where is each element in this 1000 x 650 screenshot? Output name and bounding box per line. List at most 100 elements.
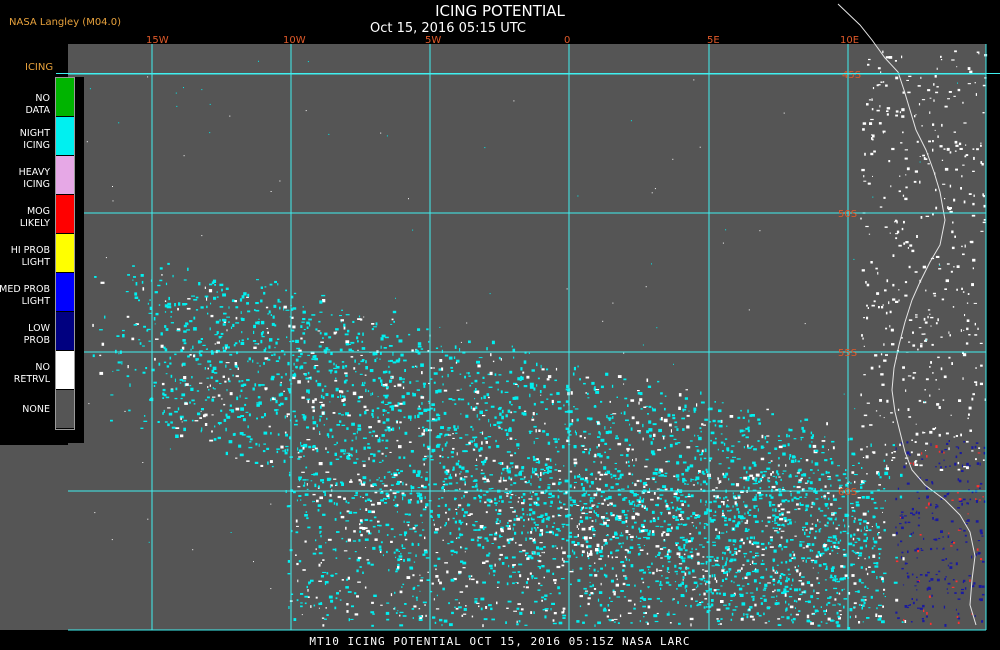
cloud-pixel xyxy=(589,550,593,554)
cloud-pixel xyxy=(533,521,536,524)
cloud-pixel xyxy=(449,623,453,627)
cloud-pixel xyxy=(928,140,931,143)
cloud-pixel xyxy=(393,536,396,538)
cloud-pixel xyxy=(931,594,933,597)
cloud-pixel xyxy=(662,546,667,549)
cloud-pixel xyxy=(361,347,366,350)
cloud-pixel xyxy=(637,513,640,516)
cloud-pixel xyxy=(441,349,443,353)
cloud-pixel xyxy=(521,531,523,535)
cloud-pixel xyxy=(789,473,792,477)
cloud-pixel xyxy=(604,473,608,476)
cloud-pixel xyxy=(553,522,556,524)
cloud-pixel xyxy=(181,421,183,423)
cloud-pixel xyxy=(469,384,472,387)
cloud-pixel xyxy=(865,225,869,228)
cloud-pixel xyxy=(739,477,743,479)
cloud-pixel xyxy=(810,583,814,587)
cloud-pixel xyxy=(311,314,316,316)
cloud-pixel xyxy=(651,263,652,265)
cloud-pixel xyxy=(268,345,271,349)
cloud-pixel xyxy=(600,461,602,464)
cloud-pixel xyxy=(373,594,377,597)
cloud-pixel xyxy=(625,516,628,520)
cloud-pixel xyxy=(718,463,722,465)
cloud-pixel xyxy=(319,496,323,500)
cloud-pixel xyxy=(964,314,966,317)
cloud-pixel xyxy=(788,559,792,562)
cloud-pixel xyxy=(346,427,349,430)
cloud-pixel xyxy=(684,404,687,408)
cloud-pixel xyxy=(925,615,928,618)
cloud-pixel xyxy=(589,573,593,577)
cloud-pixel xyxy=(782,452,786,456)
cloud-pixel xyxy=(165,282,168,286)
cloud-pixel xyxy=(878,365,881,368)
cloud-pixel xyxy=(730,450,734,453)
cloud-pixel xyxy=(902,194,905,197)
cloud-pixel xyxy=(166,365,170,368)
cloud-pixel xyxy=(193,316,196,320)
cloud-pixel xyxy=(343,497,346,500)
cloud-pixel xyxy=(806,557,811,559)
cloud-pixel xyxy=(460,388,462,391)
cloud-pixel xyxy=(240,407,244,411)
cloud-pixel xyxy=(944,198,946,200)
cloud-pixel xyxy=(563,465,565,467)
cloud-pixel xyxy=(509,427,512,431)
cloud-pixel xyxy=(789,587,792,590)
cloud-pixel xyxy=(444,562,448,564)
cloud-pixel xyxy=(637,544,641,546)
cloud-pixel xyxy=(687,493,690,496)
cloud-pixel xyxy=(404,431,408,435)
cloud-pixel xyxy=(307,589,309,592)
cloud-pixel xyxy=(204,399,208,401)
cloud-pixel xyxy=(882,50,884,54)
cloud-pixel xyxy=(658,569,663,572)
cloud-pixel xyxy=(345,540,348,543)
cloud-pixel xyxy=(929,503,932,506)
cloud-pixel xyxy=(396,420,398,424)
cloud-pixel xyxy=(490,405,495,408)
cloud-pixel xyxy=(523,476,526,478)
cloud-pixel xyxy=(705,582,707,586)
cloud-pixel xyxy=(408,198,409,200)
cloud-pixel xyxy=(518,550,523,553)
cloud-pixel xyxy=(612,416,614,419)
cloud-pixel xyxy=(779,517,784,521)
cloud-pixel xyxy=(916,510,918,514)
cloud-pixel xyxy=(977,452,981,454)
cloud-pixel xyxy=(749,615,754,618)
cloud-pixel xyxy=(142,345,145,347)
cloud-pixel xyxy=(737,496,741,499)
cloud-pixel xyxy=(192,345,194,349)
cloud-pixel xyxy=(359,395,363,399)
cloud-pixel xyxy=(505,525,509,527)
cloud-pixel xyxy=(276,448,280,450)
cloud-pixel xyxy=(915,316,918,318)
cloud-pixel xyxy=(512,582,515,585)
cloud-pixel xyxy=(378,529,380,533)
cloud-pixel xyxy=(922,604,925,608)
cloud-pixel xyxy=(716,495,719,499)
cloud-pixel xyxy=(852,465,855,466)
cloud-pixel xyxy=(918,517,921,519)
cloud-pixel xyxy=(982,193,984,197)
cloud-pixel xyxy=(516,517,521,521)
cloud-pixel xyxy=(716,618,719,620)
cloud-pixel xyxy=(983,500,986,503)
cloud-pixel xyxy=(737,416,741,419)
cloud-pixel xyxy=(401,378,405,380)
cloud-pixel xyxy=(435,347,439,349)
cloud-pixel xyxy=(624,549,628,551)
cloud-pixel xyxy=(607,604,610,607)
cloud-pixel xyxy=(787,523,789,526)
cloud-pixel xyxy=(318,462,323,466)
cloud-pixel xyxy=(971,450,974,452)
cloud-pixel xyxy=(721,579,724,582)
cloud-pixel xyxy=(368,426,372,429)
cloud-pixel xyxy=(189,354,192,356)
cloud-pixel xyxy=(565,400,569,403)
cloud-pixel xyxy=(593,497,595,499)
cloud-pixel xyxy=(714,577,716,581)
